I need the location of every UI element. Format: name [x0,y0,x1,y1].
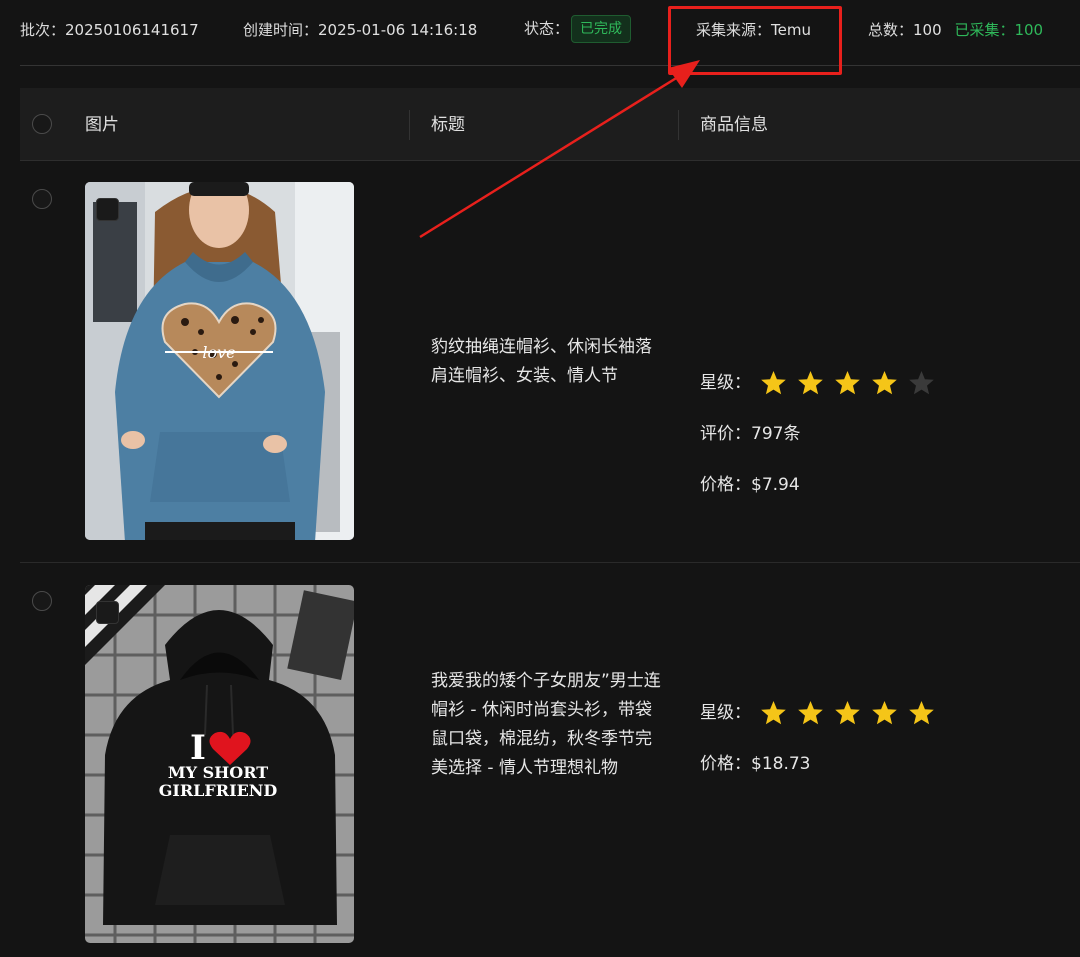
meta-divider [20,65,1080,66]
created-label: 创建时间： [243,21,319,39]
table-row[interactable]: I MY SHORT GIRLFRIEND 我爱我的矮个子女朋友”男士连帽衫 -… [20,563,1080,957]
star-icon [909,371,935,395]
print-text: love [202,343,235,362]
star-icon [761,701,787,725]
column-header-product-info: 商品信息 [700,115,768,135]
status-info: 状态： 已完成 [524,15,632,43]
price-value: $7.94 [751,475,800,495]
print-letter-i: I [190,728,206,768]
print-line-2: GIRLFRIEND [159,781,278,800]
star-icon [835,371,861,395]
batch-label: 批次： [20,21,66,39]
status-badge: 已完成 [571,15,632,43]
rating-label: 星级： [700,373,751,393]
batch-meta-bar: 批次：20250106141617 创建时间：2025-01-06 14:16:… [0,0,1080,62]
status-label: 状态： [524,19,570,38]
rating-stars [760,370,945,396]
column-header-image: 图片 [85,115,119,135]
product-title: 豹纹抽绳连帽衫、休闲长袖落肩连帽衫、女装、情人节 [431,337,652,386]
total-label: 总数： [868,21,914,39]
rating-stars [760,700,945,726]
price-line: 价格：$18.73 [700,752,810,776]
batch-info: 批次：20250106141617 [20,19,199,41]
row-checkbox[interactable] [32,189,52,209]
collection-batch-page: 批次：20250106141617 创建时间：2025-01-06 14:16:… [0,0,1080,957]
table-header: 图片 标题 商品信息 [20,88,1080,161]
rating-line: 星级： [700,700,945,726]
row-checkbox[interactable] [32,591,52,611]
price-line: 价格：$7.94 [700,473,800,497]
price-value: $18.73 [751,754,811,774]
batch-value: 20250106141617 [65,21,199,39]
image-select-checkbox[interactable] [96,198,119,221]
table-row[interactable]: love 豹纹抽绳连帽衫、休闲长袖落肩连帽衫、女装、情人节 星级： 评价：797… [20,161,1080,563]
select-all-checkbox[interactable] [32,114,52,134]
product-title: 我爱我的矮个子女朋友”男士连帽衫 - 休闲时尚套头衫，带袋鼠口袋，棉混纺，秋冬季… [431,671,661,778]
source-highlight-box [668,6,842,75]
product-image[interactable]: love [85,182,354,540]
collected-label: 已采集： [954,21,1015,39]
rating-label: 星级： [700,703,751,723]
column-separator [409,110,410,140]
created-value: 2025-01-06 14:16:18 [318,21,478,39]
product-image[interactable]: I MY SHORT GIRLFRIEND [85,585,354,943]
total-info: 总数：100 已采集：100 [868,19,1043,41]
reviews-line: 评价：797条 [700,422,800,446]
star-icon [872,371,898,395]
column-header-title: 标题 [431,115,465,135]
print-line-1: MY SHORT [168,763,268,782]
star-icon [872,701,898,725]
image-select-checkbox[interactable] [96,601,119,624]
reviews-value: 797条 [751,424,801,444]
price-label: 价格： [700,475,751,495]
collected-value: 100 [1014,21,1044,39]
rating-line: 星级： [700,370,945,396]
column-separator [678,110,679,140]
reviews-label: 评价： [700,424,751,444]
star-icon [835,701,861,725]
star-icon [798,701,824,725]
star-icon [761,371,787,395]
product-table: 图片 标题 商品信息 love 豹纹抽绳连帽衫、休闲长袖落肩连帽衫、女装、情人节… [20,88,1080,957]
star-icon [909,701,935,725]
star-icon [798,371,824,395]
price-label: 价格： [700,754,751,774]
created-time-info: 创建时间：2025-01-06 14:16:18 [243,19,477,41]
total-value: 100 [913,21,942,39]
